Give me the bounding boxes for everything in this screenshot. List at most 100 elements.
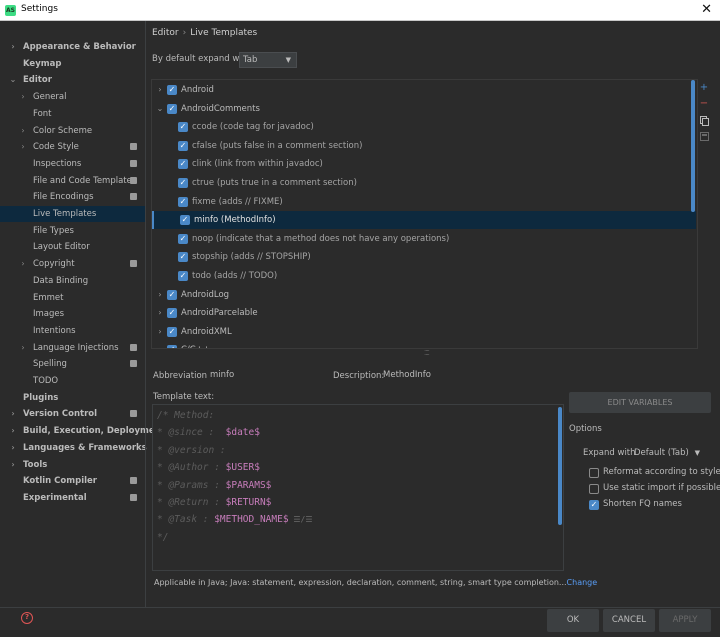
sidebar-item-keymap[interactable]: Keymap (0, 56, 145, 72)
template-checkbox[interactable]: ✓ (167, 326, 177, 337)
template-checkbox[interactable]: ✓ (167, 85, 177, 95)
sidebar-item-layout-editor[interactable]: Layout Editor (0, 239, 145, 255)
close-icon[interactable]: ✕ (701, 2, 712, 17)
live-templates-list[interactable]: › ✓ Android ⌄ ✓ AndroidComments ✓ ccode (code t… (151, 79, 698, 349)
template-checkbox[interactable]: ✓ (167, 345, 177, 348)
sidebar-item-tools[interactable]: › Tools (0, 457, 145, 473)
edit-variables-button[interactable]: EDIT VARIABLES (569, 392, 711, 413)
template-item-stopship[interactable]: ✓ stopship (adds // STOPSHIP) (152, 248, 696, 266)
sidebar-item-todo[interactable]: TODO (0, 373, 145, 389)
editor-scrollbar[interactable] (558, 407, 562, 525)
splitter-handle[interactable]: ⁚⁚⁚⁚ (424, 349, 430, 357)
template-group-androidparcelable[interactable]: › ✓ AndroidParcelable (152, 304, 696, 322)
chevron-down-icon[interactable]: ⌄ (9, 72, 17, 88)
sidebar-item-languages-frameworks[interactable]: › Languages & Frameworks (0, 440, 146, 456)
default-expand-dropdown[interactable]: Tab ▼ (239, 52, 297, 68)
template-group-c-c[interactable]: ›✓ C/C++ (152, 341, 696, 348)
remove-icon[interactable]: − (699, 99, 709, 109)
sidebar-item-font[interactable]: Font (0, 106, 145, 122)
chevron-right-icon[interactable]: › (155, 304, 165, 322)
template-item-noop[interactable]: ✓ noop (indicate that a method does not h… (152, 230, 696, 248)
sidebar-item-build-execution-deployment[interactable]: › Build, Execution, Deployment (0, 423, 164, 439)
sidebar-item-language-injections[interactable]: › Language Injections (0, 340, 145, 356)
sidebar-item-copyright[interactable]: › Copyright (0, 256, 145, 272)
sidebar-item-label: Version Control (23, 409, 98, 420)
chevron-right-icon[interactable]: › (9, 406, 17, 422)
template-item-ccode[interactable]: ✓ ccode (code tag for javadoc) (152, 118, 696, 136)
sidebar-item-live-templates[interactable]: Live Templates (0, 206, 145, 222)
sidebar-item-emmet[interactable]: Emmet (0, 290, 145, 306)
template-group-android[interactable]: › ✓ Android (152, 81, 696, 99)
sidebar-item-plugins[interactable]: Plugins (0, 390, 145, 406)
chevron-right-icon[interactable]: › (155, 323, 165, 341)
ok-button[interactable]: OK (547, 609, 599, 632)
chevron-right-icon[interactable]: › (9, 440, 17, 456)
add-icon[interactable]: + (699, 83, 709, 93)
option-checkbox[interactable] (589, 468, 599, 478)
chevron-right-icon[interactable]: › (155, 81, 165, 99)
template-checkbox[interactable]: ✓ (178, 178, 188, 188)
template-checkbox[interactable]: ✓ (167, 308, 177, 319)
chevron-right-icon[interactable]: › (9, 39, 17, 55)
chevron-right-icon[interactable]: › (155, 286, 165, 304)
sidebar-item-appearance-behavior[interactable]: › Appearance & Behavior (0, 39, 145, 55)
template-checkbox[interactable]: ✓ (178, 271, 188, 281)
chevron-right-icon[interactable]: › (155, 341, 165, 348)
sidebar-item-data-binding[interactable]: Data Binding (0, 273, 145, 289)
sidebar-item-file-and-code-templates[interactable]: File and Code Templates (0, 173, 145, 189)
template-text-editor[interactable]: /* Method: * @since : $date$ * @version : *… (152, 404, 564, 571)
template-group-androidxml[interactable]: › ✓ AndroidXML (152, 323, 696, 341)
sidebar-item-images[interactable]: Images (0, 306, 145, 322)
sidebar-item-spelling[interactable]: Spelling (0, 356, 145, 372)
sidebar-item-editor[interactable]: ⌄ Editor (0, 72, 145, 88)
apply-button[interactable]: APPLY (659, 609, 711, 632)
sidebar-item-color-scheme[interactable]: › Color Scheme (0, 123, 145, 139)
sidebar-item-version-control[interactable]: › Version Control (0, 406, 145, 422)
option-checkbox[interactable] (589, 484, 599, 494)
template-checkbox[interactable]: ✓ (180, 215, 190, 226)
change-link[interactable]: Change (567, 578, 598, 587)
template-checkbox[interactable]: ✓ (178, 122, 188, 133)
sidebar-item-general[interactable]: › General (0, 89, 145, 105)
template-group-androidlog[interactable]: › ✓ AndroidLog (152, 286, 696, 304)
template-checkbox[interactable]: ✓ (178, 196, 188, 207)
breadcrumb-parent[interactable]: Editor (152, 28, 179, 38)
chevron-right-icon[interactable]: › (19, 256, 27, 272)
expand-with-dropdown[interactable]: Default (Tab) ▼ (631, 445, 703, 461)
sidebar-item-intentions[interactable]: Intentions (0, 323, 145, 339)
restore-icon[interactable] (699, 132, 709, 142)
template-checkbox[interactable]: ✓ (167, 103, 177, 114)
template-checkbox[interactable]: ✓ (178, 140, 188, 151)
sidebar-item-file-encodings[interactable]: File Encodings (0, 189, 145, 205)
chevron-right-icon[interactable]: › (9, 457, 17, 473)
list-scrollbar[interactable] (691, 80, 695, 212)
help-icon[interactable]: ? (21, 612, 33, 624)
chevron-right-icon[interactable]: › (19, 340, 27, 356)
template-item-todo[interactable]: ✓ todo (adds // TODO) (152, 267, 696, 285)
template-checkbox[interactable]: ✓ (178, 233, 188, 244)
sidebar-item-inspections[interactable]: Inspections (0, 156, 145, 172)
abbreviation-field[interactable]: minfo (207, 367, 325, 384)
template-group-androidcomments[interactable]: ⌄ ✓ AndroidComments (152, 100, 696, 118)
sidebar-item-experimental[interactable]: Experimental (0, 490, 145, 506)
copy-icon[interactable] (699, 116, 709, 126)
template-item-fixme[interactable]: ✓ fixme (adds // FIXME) (152, 193, 696, 211)
chevron-right-icon[interactable]: › (19, 123, 27, 139)
sidebar-item-kotlin-compiler[interactable]: Kotlin Compiler (0, 473, 145, 489)
template-item-clink[interactable]: ✓ clink (link from within javadoc) (152, 155, 696, 173)
option-checkbox[interactable]: ✓ (589, 500, 599, 510)
chevron-right-icon[interactable]: › (9, 423, 17, 439)
chevron-right-icon[interactable]: › (19, 139, 27, 155)
cancel-button[interactable]: CANCEL (603, 609, 655, 632)
chevron-right-icon[interactable]: › (19, 89, 27, 105)
template-item-cfalse[interactable]: ✓ cfalse (puts false in a comment section… (152, 137, 696, 155)
sidebar-item-file-types[interactable]: File Types (0, 223, 145, 239)
template-checkbox[interactable]: ✓ (178, 159, 188, 170)
template-item-ctrue[interactable]: ✓ ctrue (puts true in a comment section) (152, 174, 696, 192)
template-checkbox[interactable]: ✓ (167, 289, 177, 300)
template-checkbox[interactable]: ✓ (178, 252, 188, 263)
sidebar-item-code-style[interactable]: › Code Style (0, 139, 145, 155)
template-item-minfo[interactable]: ✓ minfo (MethodInfo) (152, 211, 696, 230)
chevron-down-icon[interactable]: ⌄ (155, 100, 165, 118)
description-field[interactable]: MethodInfo (380, 367, 562, 384)
